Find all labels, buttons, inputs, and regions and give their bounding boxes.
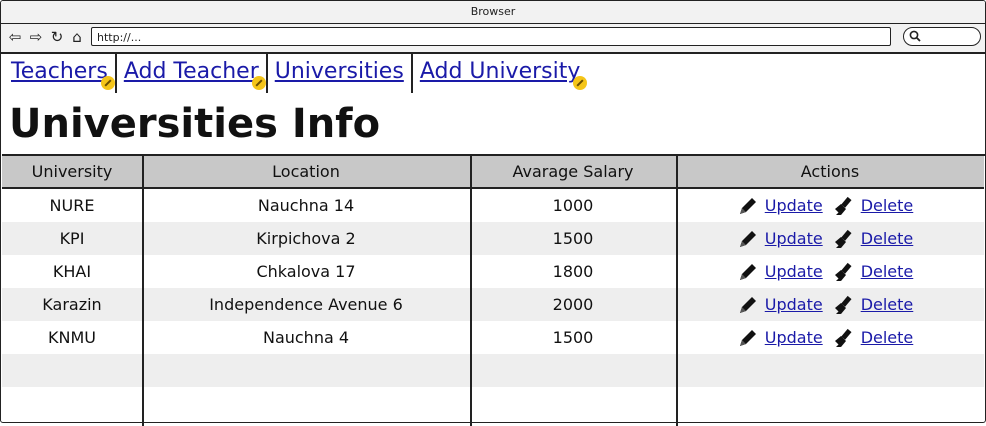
update-link[interactable]: Update: [765, 255, 823, 288]
cell-university: KPI: [59, 229, 85, 248]
delete-link[interactable]: Delete: [861, 255, 914, 288]
cell-location: Chkalova 17: [256, 262, 356, 281]
brush-icon[interactable]: [833, 195, 855, 217]
column-divider: [142, 156, 144, 426]
link-badge-icon: [100, 76, 115, 90]
pencil-icon[interactable]: [737, 261, 759, 283]
nav-link-universities[interactable]: Universities: [268, 53, 411, 90]
nav-link-teachers[interactable]: Teachers: [4, 53, 115, 90]
empty-row: [2, 387, 984, 420]
pencil-icon[interactable]: [737, 228, 759, 250]
brush-icon[interactable]: [833, 228, 855, 250]
cell-actions: Update Delete: [676, 321, 984, 354]
delete-link[interactable]: Delete: [861, 288, 914, 321]
column-header-location[interactable]: Location: [142, 156, 470, 187]
forward-icon[interactable]: ⇨: [28, 28, 44, 46]
link-badge-icon: [573, 76, 588, 90]
page-title: Universities Info: [9, 101, 381, 147]
nav-link-label: Add Teacher: [123, 59, 259, 84]
nav-link-label: Universities: [274, 59, 404, 84]
table-header-row: University Location Avarage Salary Actio…: [2, 156, 984, 189]
table-row: NURE Nauchna 14 1000 Update Delete: [2, 189, 984, 222]
nav-link-label: Teachers: [11, 59, 108, 84]
nav-link-add-university[interactable]: Add University: [413, 53, 588, 90]
empty-row: [2, 354, 984, 387]
cell-salary: 2000: [552, 295, 594, 314]
universities-table: University Location Avarage Salary Actio…: [2, 154, 986, 426]
column-header-salary[interactable]: Avarage Salary: [470, 156, 676, 187]
update-link[interactable]: Update: [765, 321, 823, 354]
cell-salary: 1000: [552, 196, 594, 215]
column-divider: [676, 156, 678, 426]
cell-university: Karazin: [42, 295, 102, 314]
search-field[interactable]: [903, 27, 981, 46]
pencil-icon[interactable]: [737, 294, 759, 316]
cell-actions: Update Delete: [676, 288, 984, 321]
back-icon[interactable]: ⇦: [7, 28, 23, 46]
cell-location: Nauchna 14: [257, 196, 355, 215]
table-row: KPI Kirpichova 2 1500 Update Delete: [2, 222, 984, 255]
address-bar[interactable]: http://...: [91, 27, 891, 46]
browser-toolbar: ⇦ ⇨ ↻ ⌂ http://...: [1, 24, 985, 54]
update-link[interactable]: Update: [765, 222, 823, 255]
home-icon[interactable]: ⌂: [69, 28, 85, 46]
cell-salary: 1500: [552, 328, 594, 347]
delete-link[interactable]: Delete: [861, 321, 914, 354]
cell-actions: Update Delete: [676, 189, 984, 222]
update-link[interactable]: Update: [765, 189, 823, 222]
link-badge-icon: [251, 76, 266, 90]
brush-icon[interactable]: [833, 327, 855, 349]
nav-links: Teachers Add Teacher Universities Add Un…: [4, 53, 588, 93]
column-header-university[interactable]: University: [2, 156, 142, 187]
brush-icon[interactable]: [833, 294, 855, 316]
cell-location: Nauchna 4: [262, 328, 350, 347]
delete-link[interactable]: Delete: [861, 222, 914, 255]
brush-icon[interactable]: [833, 261, 855, 283]
delete-link[interactable]: Delete: [861, 189, 914, 222]
cell-salary: 1800: [552, 262, 594, 281]
cell-location: Independence Avenue 6: [209, 295, 403, 314]
table-row: KNMU Nauchna 4 1500 Update Delete: [2, 321, 984, 354]
table-row: KHAI Chkalova 17 1800 Update Delete: [2, 255, 984, 288]
cell-university: NURE: [49, 196, 95, 215]
column-divider: [470, 156, 472, 426]
cell-salary: 1500: [552, 229, 594, 248]
column-header-actions[interactable]: Actions: [676, 156, 984, 187]
cell-university: KNMU: [48, 328, 96, 347]
window-title: Browser: [1, 1, 985, 24]
nav-link-add-teacher[interactable]: Add Teacher: [117, 53, 266, 90]
reload-icon[interactable]: ↻: [49, 28, 65, 46]
cell-location: Kirpichova 2: [256, 229, 356, 248]
pencil-icon[interactable]: [737, 327, 759, 349]
search-icon: [909, 30, 921, 42]
table-row: Karazin Independence Avenue 6 2000 Updat…: [2, 288, 984, 321]
pencil-icon[interactable]: [737, 195, 759, 217]
cell-actions: Update Delete: [676, 255, 984, 288]
nav-link-label: Add University: [419, 59, 581, 84]
cell-actions: Update Delete: [676, 222, 984, 255]
cell-university: KHAI: [52, 262, 92, 281]
update-link[interactable]: Update: [765, 288, 823, 321]
